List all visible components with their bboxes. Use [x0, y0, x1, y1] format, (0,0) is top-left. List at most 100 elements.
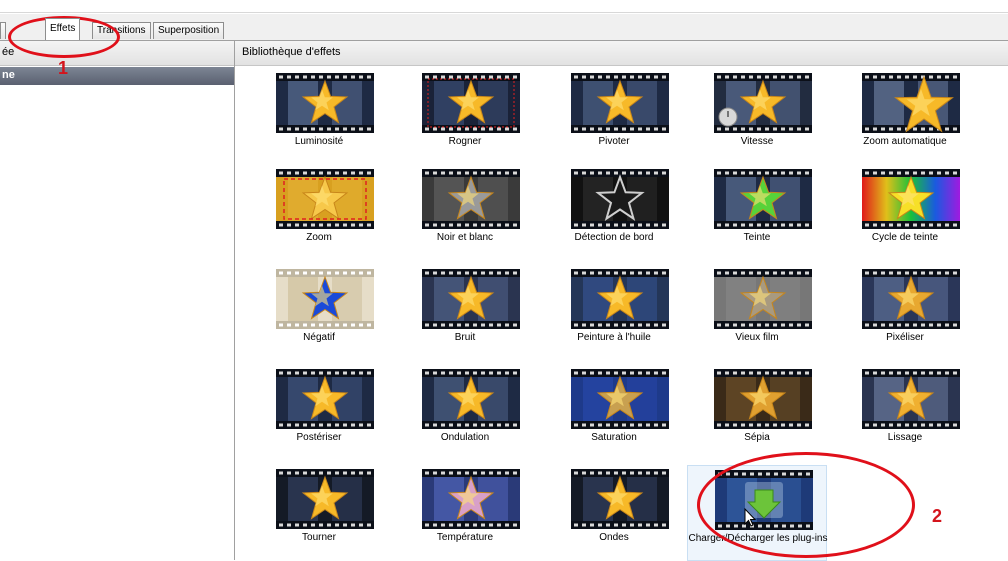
effect-thumbnail [571, 369, 669, 429]
effect-item[interactable]: Cycle de teinte [835, 165, 975, 261]
effect-label: Ondes [599, 532, 629, 543]
star-film-icon [422, 169, 520, 229]
effect-item[interactable]: Sépia [687, 365, 827, 461]
annotation-circle-plugins [697, 452, 915, 558]
star-film-icon [862, 269, 960, 329]
effect-thumbnail [714, 169, 812, 229]
effect-thumbnail [276, 469, 374, 529]
effect-thumbnail [422, 73, 520, 133]
star-film-icon [862, 73, 960, 133]
effect-item[interactable]: Vieux film [687, 265, 827, 361]
star-film-icon [422, 269, 520, 329]
effect-item[interactable]: Pivoter [544, 69, 684, 165]
effect-item[interactable]: Rogner [395, 69, 535, 165]
effect-thumbnail [571, 73, 669, 133]
left-panel-header-label: ée [2, 46, 15, 58]
star-film-icon [276, 469, 374, 529]
effect-item[interactable]: Peinture à l'huile [544, 265, 684, 361]
effect-label: Zoom automatique [863, 136, 947, 147]
effect-item[interactable]: Température [395, 465, 535, 561]
star-film-icon [862, 169, 960, 229]
effect-thumbnail [422, 369, 520, 429]
effect-item[interactable]: Luminosité [249, 69, 389, 165]
mouse-cursor-icon [744, 508, 757, 527]
tab-strip: Effets Transitions Superposition [0, 14, 1008, 41]
library-header: Bibliothèque d'effets [235, 41, 1008, 66]
effect-item[interactable]: Détection de bord [544, 165, 684, 261]
effect-thumbnail [276, 73, 374, 133]
tab-superposition[interactable]: Superposition [153, 22, 225, 39]
star-film-icon [276, 369, 374, 429]
effect-thumbnail [422, 469, 520, 529]
effect-item[interactable]: Tourner [249, 465, 389, 561]
star-film-icon [571, 469, 669, 529]
effect-label: Rogner [448, 136, 482, 147]
effect-label: Ondulation [440, 432, 490, 443]
effect-thumbnail [714, 73, 812, 133]
effect-label: Postériser [296, 432, 342, 443]
left-panel-selected-item[interactable]: ne [0, 67, 234, 85]
star-film-icon [571, 73, 669, 133]
effect-item[interactable]: Teinte [687, 165, 827, 261]
effect-label: Lissage [887, 432, 923, 443]
effect-item[interactable]: Ondulation [395, 365, 535, 461]
effect-label: Température [436, 532, 494, 543]
star-film-icon [276, 169, 374, 229]
effect-label: Négatif [303, 332, 335, 343]
left-panel: ée ne [0, 41, 235, 560]
effect-label: Pivoter [598, 136, 630, 147]
effect-thumbnail [862, 269, 960, 329]
effect-label: Peinture à l'huile [577, 332, 651, 343]
effect-thumbnail [422, 169, 520, 229]
star-film-icon [276, 73, 374, 133]
star-film-icon [714, 269, 812, 329]
effect-label: Détection de bord [574, 232, 654, 243]
effect-label: Pixéliser [886, 332, 924, 343]
effect-label: Cycle de teinte [871, 232, 939, 243]
effect-thumbnail [862, 369, 960, 429]
effect-label: Zoom [306, 232, 332, 243]
star-film-icon [862, 369, 960, 429]
effect-label: Vitesse [740, 136, 774, 147]
tab-hidden-left[interactable] [0, 22, 6, 39]
star-film-icon [276, 269, 374, 329]
library-title: Bibliothèque d'effets [242, 46, 341, 58]
effect-thumbnail [571, 269, 669, 329]
star-film-icon [571, 169, 669, 229]
effect-thumbnail [276, 369, 374, 429]
effect-thumbnail [714, 269, 812, 329]
effect-item[interactable]: Zoom automatique [835, 69, 975, 165]
effect-thumbnail [862, 73, 960, 133]
effect-item[interactable]: Bruit [395, 265, 535, 361]
star-film-icon [422, 469, 520, 529]
effect-item[interactable]: Ondes [544, 465, 684, 561]
effect-thumbnail [714, 369, 812, 429]
star-film-icon [422, 73, 520, 133]
effect-label: Tourner [302, 532, 336, 543]
effect-item[interactable]: Pixéliser [835, 265, 975, 361]
annotation-number-2: 2 [932, 506, 943, 526]
star-film-icon [422, 369, 520, 429]
effect-item[interactable]: Saturation [544, 365, 684, 461]
left-panel-selected-label: ne [2, 69, 15, 81]
effect-item[interactable]: Vitesse [687, 69, 827, 165]
top-window-edge [0, 0, 1008, 14]
star-film-icon [714, 169, 812, 229]
effect-label: Vieux film [735, 332, 779, 343]
effect-thumbnail [422, 269, 520, 329]
effect-item[interactable]: Lissage [835, 365, 975, 461]
effect-item[interactable]: Postériser [249, 365, 389, 461]
effect-item[interactable]: Zoom [249, 165, 389, 261]
effect-item[interactable]: Noir et blanc [395, 165, 535, 261]
effect-item[interactable]: Négatif [249, 265, 389, 361]
effect-thumbnail [571, 469, 669, 529]
effect-label: Bruit [454, 332, 476, 343]
star-film-icon [714, 369, 812, 429]
star-film-icon [571, 269, 669, 329]
tab-effets[interactable]: Effets [45, 18, 81, 40]
annotation-number-1: 1 [58, 58, 69, 78]
effect-label: Noir et blanc [436, 232, 494, 243]
effect-label: Luminosité [294, 136, 344, 147]
effect-label: Sépia [744, 432, 770, 443]
effect-thumbnail [571, 169, 669, 229]
